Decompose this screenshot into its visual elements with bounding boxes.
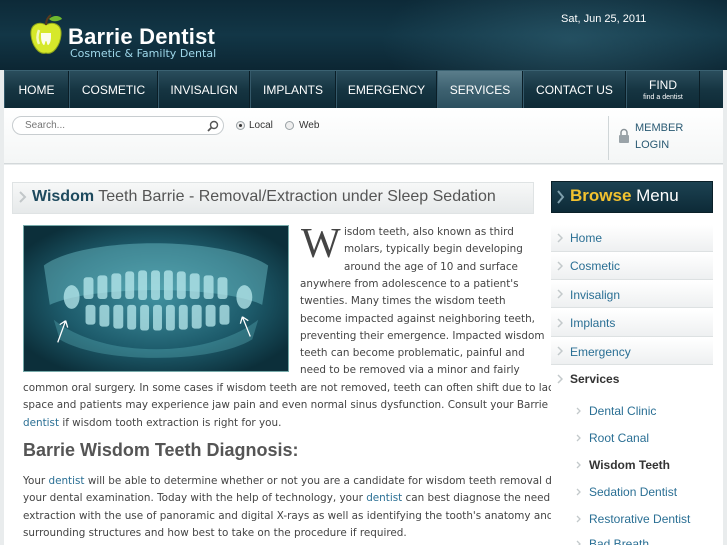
chevron-right-icon <box>576 461 581 469</box>
sidebar-subitem-restorative-dentist[interactable]: Restorative Dentist <box>589 512 690 526</box>
nav-label: COSMETIC <box>81 83 146 97</box>
text-line: surrounding structures and how best to t… <box>23 526 407 539</box>
search-input[interactable] <box>12 116 224 135</box>
radio-local-label: Local <box>249 120 273 131</box>
search-bar: Local Web MEMBER LOGIN <box>4 108 723 164</box>
text-line: become impacted against neighboring teet… <box>300 312 535 325</box>
text-line: preventing their emergence. Impacted wis… <box>300 329 545 342</box>
dentist-link[interactable]: dentist <box>366 492 402 504</box>
article-title-rest: Teeth Barrie - Removal/Extraction under … <box>94 188 496 205</box>
nav-implants[interactable]: IMPLANTS <box>250 71 336 109</box>
text-line: twenties. Many times the wisdom teeth <box>300 295 506 308</box>
sidebar-item-label: Home <box>570 231 603 245</box>
site-tagline: Cosmetic & Familty Dental <box>70 47 217 60</box>
member-line1: MEMBER <box>635 122 684 134</box>
diagnosis-paragraph: Your dentist will be able to determine w… <box>23 473 579 542</box>
lock-icon <box>619 128 629 143</box>
current-date: Sat, Jun 25, 2011 <box>561 13 647 25</box>
text-span: if wisdom tooth extraction is right for … <box>59 416 282 429</box>
text-line: common oral surgery. In some cases if wi… <box>23 382 574 394</box>
intro-paragraph-mid: anywhere from adolescence to a patient's… <box>300 276 545 380</box>
member-login-link[interactable]: MEMBER LOGIN <box>635 120 683 154</box>
radio-web-label: Web <box>299 120 320 131</box>
nav-label: SERVICES <box>449 83 511 97</box>
sidebar-item-label: Implants <box>570 316 616 330</box>
text-line: molars, typically begin developing <box>344 243 523 256</box>
text-line: Your dentist will be able to determine w… <box>23 473 579 490</box>
chevron-right-icon <box>557 190 565 204</box>
section-heading: Barrie Wisdom Teeth Diagnosis: <box>23 440 299 460</box>
text-line: around the age of 10 and surface <box>344 260 518 273</box>
browse-menu-title: Browse Menu <box>570 186 679 206</box>
sidebar-subitem-wisdom-teeth[interactable]: Wisdom Teeth <box>589 458 670 472</box>
sidebar-item-label: Invisalign <box>570 288 621 302</box>
text-line: anywhere from adolescence to a patient's <box>300 278 519 290</box>
intro-paragraph-top: isdom teeth, also known as third molars,… <box>344 224 523 276</box>
radio-web[interactable] <box>285 121 294 130</box>
sidebar-subitem-sedation-dentist[interactable]: Sedation Dentist <box>589 485 677 499</box>
drop-cap: W <box>301 221 341 267</box>
text-span: Your <box>23 475 49 487</box>
divider <box>608 116 609 160</box>
text-span: can best diagnose the need for <box>402 492 568 505</box>
dentist-link[interactable]: dentist <box>23 417 59 429</box>
nav-find-dentist[interactable]: FIND find a dentist <box>626 71 700 109</box>
nav-find-label: FIND <box>649 78 677 92</box>
text-line: isdom teeth, also known as third <box>344 226 514 238</box>
nav-label: IMPLANTS <box>262 83 323 97</box>
nav-label: HOME <box>18 83 55 97</box>
dental-xray-image <box>23 225 289 372</box>
dentist-link[interactable]: dentist <box>48 475 84 487</box>
nav-label: EMERGENCY <box>347 83 426 97</box>
chevron-right-icon <box>576 488 581 496</box>
text-line: dentist if wisdom tooth extraction is ri… <box>23 415 573 432</box>
chevron-right-icon <box>557 346 563 356</box>
chevron-right-icon <box>576 407 581 415</box>
chevron-right-icon <box>576 434 581 442</box>
nav-label: INVISALIGN <box>170 83 238 97</box>
text-line: extraction with the use of panoramic and… <box>23 509 570 522</box>
chevron-right-icon <box>576 515 581 523</box>
sidebar-subitem-bad-breath[interactable]: Bad Breath <box>589 537 649 545</box>
chevron-right-icon <box>19 191 27 203</box>
article-title: Wisdom Teeth Barrie - Removal/Extraction… <box>32 188 496 206</box>
nav-label: CONTACT US <box>536 83 613 97</box>
member-line2: LOGIN <box>635 139 670 151</box>
chevron-right-icon <box>576 540 581 545</box>
sidebar-subitem-root-canal[interactable]: Root Canal <box>589 431 649 445</box>
chevron-right-icon <box>557 318 563 328</box>
chevron-right-icon <box>557 261 563 271</box>
text-span: your dental examination. Today with the … <box>23 492 367 505</box>
browse-menu-title-rest: Menu <box>631 186 679 205</box>
search-icon[interactable] <box>207 120 219 132</box>
text-line: teeth can become problematic, painful an… <box>300 347 525 360</box>
nav-home[interactable]: HOME <box>4 71 69 109</box>
text-span: will be able to determine whether or not… <box>84 475 579 487</box>
sidebar-item-label: Emergency <box>570 345 631 359</box>
sidebar-item-label: Services <box>570 372 620 386</box>
nav-cosmetic[interactable]: COSMETIC <box>69 71 158 109</box>
header-glow <box>380 0 727 70</box>
nav-find-sublabel: find a dentist <box>643 94 683 101</box>
main-nav: HOME COSMETIC INVISALIGN IMPLANTS EMERGE… <box>4 70 723 109</box>
text-line: your dental examination. Today with the … <box>23 490 579 507</box>
nav-invisalign[interactable]: INVISALIGN <box>158 71 250 109</box>
text-line: space and patients may experience jaw pa… <box>23 399 549 412</box>
browse-menu-title-bold: Browse <box>570 186 632 205</box>
intro-paragraph-bottom: common oral surgery. In some cases if wi… <box>23 380 573 432</box>
chevron-right-icon <box>557 233 563 243</box>
text-line: need to be removed via a minor and fairl… <box>300 364 520 377</box>
nav-contact-us[interactable]: CONTACT US <box>523 71 626 109</box>
chevron-right-icon <box>557 374 563 384</box>
article-title-bold: Wisdom <box>32 188 95 205</box>
radio-local[interactable] <box>236 121 245 130</box>
sidebar-subitem-dental-clinic[interactable]: Dental Clinic <box>589 404 656 418</box>
chevron-right-icon <box>557 289 563 299</box>
nav-emergency[interactable]: EMERGENCY <box>336 71 437 109</box>
sidebar-item-label: Cosmetic <box>570 259 621 273</box>
nav-services[interactable]: SERVICES <box>437 71 523 109</box>
apple-tooth-icon[interactable] <box>27 13 65 57</box>
